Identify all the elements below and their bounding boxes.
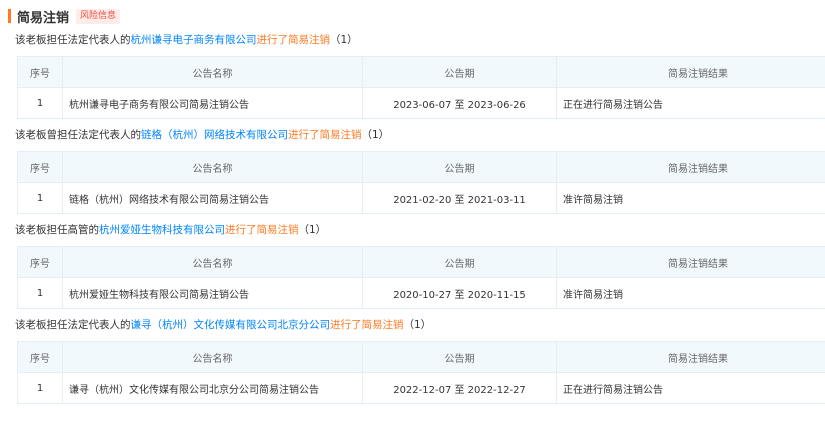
header-result: 简易注销结果	[556, 56, 825, 88]
group-description: 该老板担任高管的杭州爱娅生物科技有限公司进行了简易注销（1）	[15, 222, 825, 238]
risk-badge: 风险信息	[76, 8, 121, 24]
cell-name: 杭州谦寻电子商务有限公司简易注销公告	[62, 87, 363, 119]
table-header-row: 序号 公告名称 公告期 简易注销结果	[17, 341, 825, 373]
cell-index: 1	[17, 372, 63, 404]
table-row: 1 杭州爱娅生物科技有限公司简易注销公告 2020-10-27 至 2020-1…	[17, 277, 825, 309]
company-link[interactable]: 链格（杭州）网络技术有限公司	[141, 129, 288, 141]
group-prefix: 该老板担任法定代表人的	[15, 34, 131, 46]
cell-result: 正在进行简易注销公告	[556, 372, 825, 404]
simple-deregistration-panel: 简易注销 风险信息 该老板担任法定代表人的杭州谦寻电子商务有限公司进行了简易注销…	[0, 0, 825, 433]
header-name: 公告名称	[62, 56, 363, 88]
cell-name: 谦寻（杭州）文化传媒有限公司北京分公司简易注销公告	[62, 372, 363, 404]
record-count: （1）	[403, 319, 432, 331]
cell-name: 杭州爱娅生物科技有限公司简易注销公告	[62, 277, 363, 309]
cell-result: 正在进行简易注销公告	[556, 87, 825, 119]
company-link[interactable]: 杭州爱娅生物科技有限公司	[99, 224, 225, 236]
deregistration-group: 该老板担任法定代表人的谦寻（杭州）文化传媒有限公司北京分公司进行了简易注销（1）…	[8, 317, 825, 404]
table-row: 1 谦寻（杭州）文化传媒有限公司北京分公司简易注销公告 2022-12-07 至…	[17, 372, 825, 404]
section-accent-bar	[8, 9, 11, 23]
group-prefix: 该老板曾担任法定代表人的	[15, 129, 141, 141]
header-index: 序号	[17, 56, 63, 88]
header-index: 序号	[17, 151, 63, 183]
notice-table: 序号 公告名称 公告期 简易注销结果 1 谦寻（杭州）文化传媒有限公司北京分公司…	[17, 341, 825, 404]
notice-table: 序号 公告名称 公告期 简易注销结果 1 杭州爱娅生物科技有限公司简易注销公告 …	[17, 246, 825, 309]
cell-result: 准许简易注销	[556, 182, 825, 214]
cell-index: 1	[17, 277, 63, 309]
company-link[interactable]: 杭州谦寻电子商务有限公司	[131, 34, 257, 46]
cell-result: 准许简易注销	[556, 277, 825, 309]
group-description: 该老板曾担任法定代表人的链格（杭州）网络技术有限公司进行了简易注销（1）	[15, 127, 825, 143]
cell-name: 链格（杭州）网络技术有限公司简易注销公告	[62, 182, 363, 214]
cell-period: 2021-02-20 至 2021-03-11	[362, 182, 557, 214]
cell-index: 1	[17, 87, 63, 119]
deregistration-group: 该老板曾担任法定代表人的链格（杭州）网络技术有限公司进行了简易注销（1） 序号 …	[8, 127, 825, 214]
table-header-row: 序号 公告名称 公告期 简易注销结果	[17, 56, 825, 88]
cell-index: 1	[17, 182, 63, 214]
notice-table: 序号 公告名称 公告期 简易注销结果 1 杭州谦寻电子商务有限公司简易注销公告 …	[17, 56, 825, 119]
header-result: 简易注销结果	[556, 151, 825, 183]
deregistration-link[interactable]: 进行了简易注销	[225, 224, 299, 236]
table-header-row: 序号 公告名称 公告期 简易注销结果	[17, 246, 825, 278]
header-period: 公告期	[362, 246, 557, 278]
group-prefix: 该老板担任高管的	[15, 224, 99, 236]
cell-period: 2023-06-07 至 2023-06-26	[362, 87, 557, 119]
header-name: 公告名称	[62, 151, 363, 183]
deregistration-group: 该老板担任法定代表人的杭州谦寻电子商务有限公司进行了简易注销（1） 序号 公告名…	[8, 32, 825, 119]
deregistration-link[interactable]: 进行了简易注销	[257, 34, 331, 46]
deregistration-group: 该老板担任高管的杭州爱娅生物科技有限公司进行了简易注销（1） 序号 公告名称 公…	[8, 222, 825, 309]
group-description: 该老板担任法定代表人的杭州谦寻电子商务有限公司进行了简易注销（1）	[15, 32, 825, 48]
section-title: 简易注销	[17, 10, 70, 26]
header-result: 简易注销结果	[556, 341, 825, 373]
deregistration-link[interactable]: 进行了简易注销	[330, 319, 404, 331]
group-description: 该老板担任法定代表人的谦寻（杭州）文化传媒有限公司北京分公司进行了简易注销（1）	[15, 317, 825, 333]
header-index: 序号	[17, 341, 63, 373]
header-period: 公告期	[362, 151, 557, 183]
header-name: 公告名称	[62, 341, 363, 373]
record-count: （1）	[298, 224, 327, 236]
table-row: 1 杭州谦寻电子商务有限公司简易注销公告 2023-06-07 至 2023-0…	[17, 87, 825, 119]
cell-period: 2020-10-27 至 2020-11-15	[362, 277, 557, 309]
section-header: 简易注销 风险信息	[8, 6, 825, 26]
record-count: （1）	[361, 129, 390, 141]
cell-period: 2022-12-07 至 2022-12-27	[362, 372, 557, 404]
notice-table: 序号 公告名称 公告期 简易注销结果 1 链格（杭州）网络技术有限公司简易注销公…	[17, 151, 825, 214]
header-period: 公告期	[362, 341, 557, 373]
record-count: （1）	[330, 34, 358, 46]
header-index: 序号	[17, 246, 63, 278]
deregistration-link[interactable]: 进行了简易注销	[288, 129, 362, 141]
header-period: 公告期	[362, 56, 557, 88]
group-prefix: 该老板担任法定代表人的	[15, 319, 131, 331]
header-name: 公告名称	[62, 246, 363, 278]
company-link[interactable]: 谦寻（杭州）文化传媒有限公司北京分公司	[131, 319, 331, 331]
header-result: 简易注销结果	[556, 246, 825, 278]
table-header-row: 序号 公告名称 公告期 简易注销结果	[17, 151, 825, 183]
table-row: 1 链格（杭州）网络技术有限公司简易注销公告 2021-02-20 至 2021…	[17, 182, 825, 214]
